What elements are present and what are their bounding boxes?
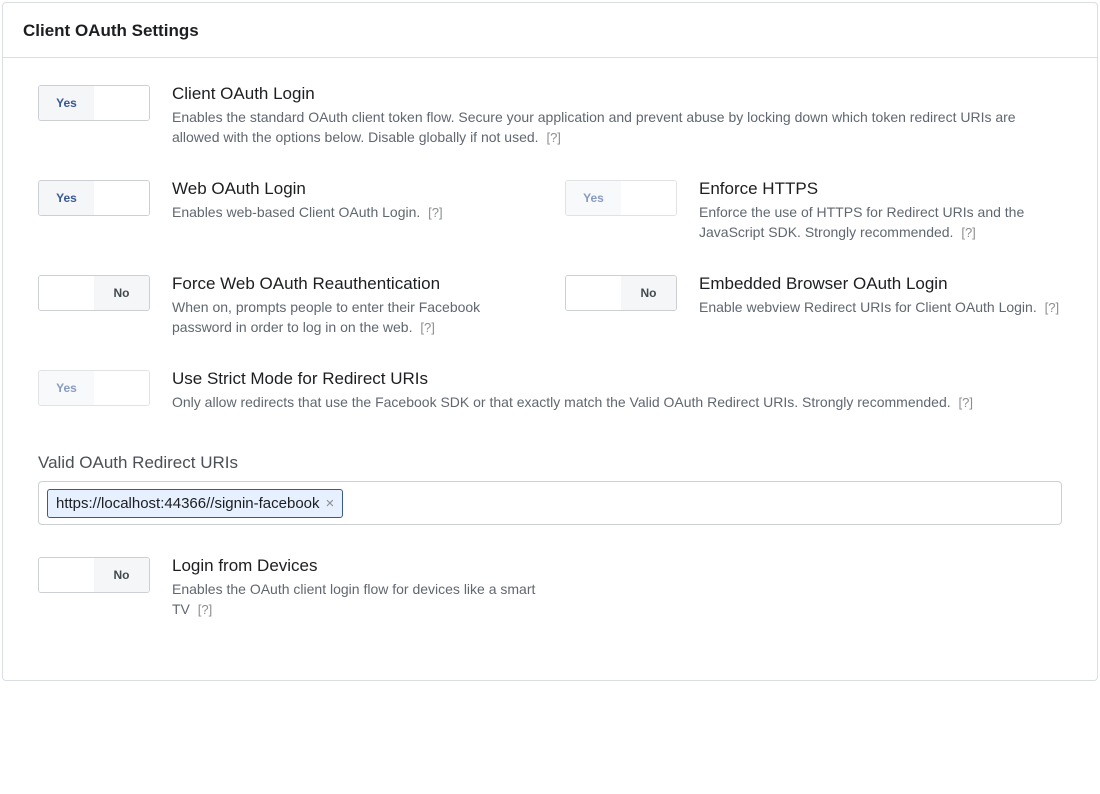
toggle-no: No — [94, 371, 149, 405]
toggle-login-from-devices[interactable]: Yes No — [38, 557, 150, 593]
setting-title: Client OAuth Login — [172, 83, 1062, 105]
setting-desc: When on, prompts people to enter their F… — [172, 297, 535, 338]
help-icon[interactable]: [?] — [959, 395, 973, 410]
redirect-uri-text: https://localhost:44366//signin-facebook — [56, 495, 320, 512]
oauth-settings-panel: Client OAuth Settings Yes No Client OAut… — [2, 2, 1098, 681]
help-icon[interactable]: [?] — [428, 205, 442, 220]
setting-desc: Only allow redirects that use the Facebo… — [172, 392, 1062, 413]
toggle-yes: Yes — [39, 558, 94, 592]
setting-title: Web OAuth Login — [172, 178, 535, 200]
setting-login-from-devices: Yes No Login from Devices Enables the OA… — [38, 555, 538, 620]
setting-title: Enforce HTTPS — [699, 178, 1062, 200]
setting-title: Use Strict Mode for Redirect URIs — [172, 368, 1062, 390]
setting-desc: Enforce the use of HTTPS for Redirect UR… — [699, 202, 1062, 243]
toggle-yes: Yes — [566, 181, 621, 215]
panel-title: Client OAuth Settings — [3, 3, 1097, 58]
setting-enforce-https: Yes No Enforce HTTPS Enforce the use of … — [565, 178, 1062, 243]
remove-tag-icon[interactable]: × — [326, 496, 335, 511]
toggle-no: No — [94, 276, 149, 310]
help-icon[interactable]: [?] — [961, 225, 975, 240]
setting-force-reauth: Yes No Force Web OAuth Reauthentication … — [38, 273, 535, 338]
toggle-no: No — [94, 558, 149, 592]
help-icon[interactable]: [?] — [420, 320, 434, 335]
toggle-yes: Yes — [39, 276, 94, 310]
help-icon[interactable]: [?] — [198, 602, 212, 617]
toggle-strict-mode: Yes No — [38, 370, 150, 406]
help-icon[interactable]: [?] — [1045, 300, 1059, 315]
setting-client-oauth-login: Yes No Client OAuth Login Enables the st… — [38, 83, 1062, 148]
toggle-yes: Yes — [39, 181, 94, 215]
setting-embedded-browser: Yes No Embedded Browser OAuth Login Enab… — [565, 273, 1062, 338]
toggle-no: No — [94, 181, 149, 215]
toggle-embedded-browser[interactable]: Yes No — [565, 275, 677, 311]
redirect-uri-tag[interactable]: https://localhost:44366//signin-facebook… — [47, 489, 343, 518]
setting-title: Embedded Browser OAuth Login — [699, 273, 1062, 295]
setting-title: Login from Devices — [172, 555, 538, 577]
setting-title: Force Web OAuth Reauthentication — [172, 273, 535, 295]
setting-desc: Enables the OAuth client login flow for … — [172, 579, 538, 620]
setting-desc: Enables web-based Client OAuth Login. [?… — [172, 202, 535, 223]
toggle-yes: Yes — [566, 276, 621, 310]
toggle-no: No — [94, 86, 149, 120]
setting-web-oauth-login: Yes No Web OAuth Login Enables web-based… — [38, 178, 535, 243]
redirect-uris-label: Valid OAuth Redirect URIs — [38, 453, 1062, 473]
setting-desc: Enables the standard OAuth client token … — [172, 107, 1062, 148]
toggle-no: No — [621, 181, 676, 215]
help-icon[interactable]: [?] — [546, 130, 560, 145]
toggle-force-reauth[interactable]: Yes No — [38, 275, 150, 311]
toggle-yes: Yes — [39, 371, 94, 405]
toggle-yes: Yes — [39, 86, 94, 120]
toggle-web-oauth-login[interactable]: Yes No — [38, 180, 150, 216]
redirect-uris-input[interactable]: https://localhost:44366//signin-facebook… — [38, 481, 1062, 525]
toggle-client-oauth-login[interactable]: Yes No — [38, 85, 150, 121]
toggle-no: No — [621, 276, 676, 310]
toggle-enforce-https: Yes No — [565, 180, 677, 216]
setting-strict-mode: Yes No Use Strict Mode for Redirect URIs… — [38, 368, 1062, 413]
setting-desc: Enable webview Redirect URIs for Client … — [699, 297, 1062, 318]
